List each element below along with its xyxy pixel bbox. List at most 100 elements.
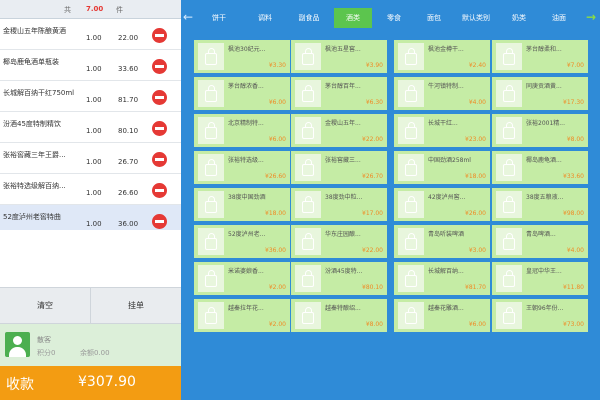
- shopping-bag-icon: [503, 122, 515, 139]
- product-card[interactable]: 北京精制特... ¥6.00: [194, 114, 290, 147]
- product-name: 牛河镇特制...: [428, 83, 464, 90]
- product-card[interactable]: 米诺婆娘香... ¥2.00: [194, 262, 290, 295]
- product-card[interactable]: 青岛啤酒... ¥4.00: [492, 225, 588, 258]
- product-card[interactable]: 42度泸州窖... ¥26.00: [394, 188, 490, 221]
- product-card[interactable]: 越秦特酿绍... ¥8.00: [291, 299, 387, 332]
- product-thumb: [398, 80, 424, 107]
- order-row[interactable]: 张裕窖藏三年王爵... 1.00 26.70: [0, 143, 181, 174]
- product-card[interactable]: 38度中国劲酒 ¥18.00: [194, 188, 290, 221]
- order-row[interactable]: 张裕特选级解百纳... 1.00 26.60: [0, 174, 181, 205]
- member-points: 积分0: [37, 349, 56, 357]
- tab-seasoning[interactable]: 调料: [247, 8, 283, 28]
- tab-dairy[interactable]: 奶类: [501, 8, 537, 28]
- shopping-bag-icon: [205, 85, 217, 102]
- arrow-right-icon[interactable]: →: [586, 11, 596, 23]
- order-row[interactable]: 椰岛鹿龟酒单瓶装 1.00 33.60: [0, 50, 181, 81]
- arrow-left-icon[interactable]: ←: [183, 11, 193, 23]
- shopping-bag-icon: [302, 122, 314, 139]
- product-card[interactable]: 越秦拉年花... ¥2.00: [194, 299, 290, 332]
- product-card[interactable]: 王朝96年份... ¥73.00: [492, 299, 588, 332]
- shopping-bag-icon: [205, 196, 217, 213]
- order-list-empty-area: [0, 230, 181, 286]
- product-name: 枫池五星窖...: [325, 46, 361, 53]
- tab-nonstaple[interactable]: 副食品: [289, 8, 329, 28]
- product-card[interactable]: 同庚贡酒黄... ¥17.30: [492, 77, 588, 110]
- shopping-bag-icon: [302, 159, 314, 176]
- remove-icon[interactable]: [152, 121, 167, 136]
- product-card[interactable]: 金稷山五年... ¥22.00: [291, 114, 387, 147]
- product-card[interactable]: 38度五粮液... ¥98.00: [492, 188, 588, 221]
- product-card[interactable]: 茅台醇柔和... ¥7.00: [492, 40, 588, 73]
- shopping-bag-icon: [503, 270, 515, 287]
- product-card[interactable]: 张裕特选级... ¥26.60: [194, 151, 290, 184]
- clear-button[interactable]: 清空: [0, 288, 90, 323]
- product-card[interactable]: 汾酒45度特... ¥80.10: [291, 262, 387, 295]
- checkout-total: ¥307.90: [78, 374, 136, 390]
- product-card[interactable]: 青岛听装啤酒 ¥3.00: [394, 225, 490, 258]
- product-thumb: [398, 43, 424, 70]
- product-name: 越秦花雕酒...: [428, 305, 464, 312]
- tab-bread[interactable]: 面包: [416, 8, 452, 28]
- product-price: ¥23.00: [465, 136, 486, 143]
- product-card[interactable]: 华东庄园酿... ¥22.00: [291, 225, 387, 258]
- product-name: 枫池30纪元...: [228, 46, 266, 53]
- shopping-bag-icon: [302, 307, 314, 324]
- product-price: ¥6.30: [365, 99, 383, 106]
- product-card[interactable]: 皇冠中华王... ¥11.80: [492, 262, 588, 295]
- tab-snacks[interactable]: 零食: [376, 8, 412, 28]
- product-card[interactable]: 长城干红... ¥23.00: [394, 114, 490, 147]
- product-card[interactable]: 张裕2001精... ¥8.00: [492, 114, 588, 147]
- remove-icon[interactable]: [152, 214, 167, 229]
- tab-biscuits[interactable]: 饼干: [201, 8, 237, 28]
- product-thumb: [496, 117, 522, 144]
- product-price: ¥8.00: [365, 321, 383, 328]
- tab-oil-noodles[interactable]: 油面: [541, 8, 577, 28]
- shopping-bag-icon: [205, 122, 217, 139]
- product-name: 张裕特选级...: [228, 157, 264, 164]
- product-card[interactable]: 张裕窖藏三... ¥26.70: [291, 151, 387, 184]
- remove-icon[interactable]: [152, 59, 167, 74]
- order-row[interactable]: 长城解百纳干红750ml 1.00 81.70: [0, 81, 181, 112]
- product-thumb: [496, 154, 522, 181]
- remove-icon[interactable]: [152, 90, 167, 105]
- product-card[interactable]: 中国劲酒258ml ¥18.00: [394, 151, 490, 184]
- product-card[interactable]: 椰岛鹿龟酒... ¥33.60: [492, 151, 588, 184]
- member-panel[interactable]: 散客 积分0 余额0.00: [0, 324, 181, 366]
- product-card[interactable]: 越秦花雕酒... ¥6.00: [394, 299, 490, 332]
- product-card[interactable]: 长城解百纳... ¥81.70: [394, 262, 490, 295]
- product-thumb: [198, 191, 224, 218]
- shopping-bag-icon: [405, 85, 417, 102]
- order-panel: 共 7.00 件 金稷山五年陈酿黄酒 1.00 22.00 椰岛鹿龟酒单瓶装 1…: [0, 0, 181, 400]
- hold-order-button[interactable]: 挂单: [90, 288, 181, 323]
- checkout-button[interactable]: 收款 ¥307.90: [0, 366, 181, 400]
- shopping-bag-icon: [503, 196, 515, 213]
- product-name: 汾酒45度特...: [325, 268, 363, 275]
- shopping-bag-icon: [205, 159, 217, 176]
- product-card[interactable]: 茅台醇百年... ¥6.30: [291, 77, 387, 110]
- order-row[interactable]: 汾酒45度特制精饮 1.00 80.10: [0, 112, 181, 143]
- remove-icon[interactable]: [152, 152, 167, 167]
- product-card[interactable]: 38度劲中粒... ¥17.00: [291, 188, 387, 221]
- shopping-bag-icon: [405, 196, 417, 213]
- remove-icon[interactable]: [152, 28, 167, 43]
- product-card[interactable]: 茅台醇浓香... ¥6.00: [194, 77, 290, 110]
- tab-liquor[interactable]: 酒类: [334, 8, 372, 28]
- product-card[interactable]: 52度泸州老... ¥36.00: [194, 225, 290, 258]
- shopping-bag-icon: [302, 85, 314, 102]
- product-card[interactable]: 牛河镇特制... ¥4.00: [394, 77, 490, 110]
- tab-default[interactable]: 默认类别: [453, 8, 499, 28]
- order-row[interactable]: 金稷山五年陈酿黄酒 1.00 22.00: [0, 19, 181, 50]
- remove-icon[interactable]: [152, 183, 167, 198]
- product-name: 茅台醇浓香...: [228, 83, 264, 90]
- product-name: 王朝96年份...: [526, 305, 564, 312]
- product-name: 皇冠中华王...: [526, 268, 562, 275]
- product-card[interactable]: 枫池五星窖... ¥3.90: [291, 40, 387, 73]
- product-card[interactable]: 枫池30纪元... ¥3.30: [194, 40, 290, 73]
- product-name: 张裕窖藏三...: [325, 157, 361, 164]
- product-thumb: [198, 228, 224, 255]
- product-card[interactable]: 枫池金樽干... ¥2.40: [394, 40, 490, 73]
- order-item-price: 22.00: [118, 34, 139, 42]
- product-thumb: [398, 228, 424, 255]
- unit-label: 件: [116, 6, 123, 14]
- product-name: 青岛啤酒...: [526, 231, 556, 238]
